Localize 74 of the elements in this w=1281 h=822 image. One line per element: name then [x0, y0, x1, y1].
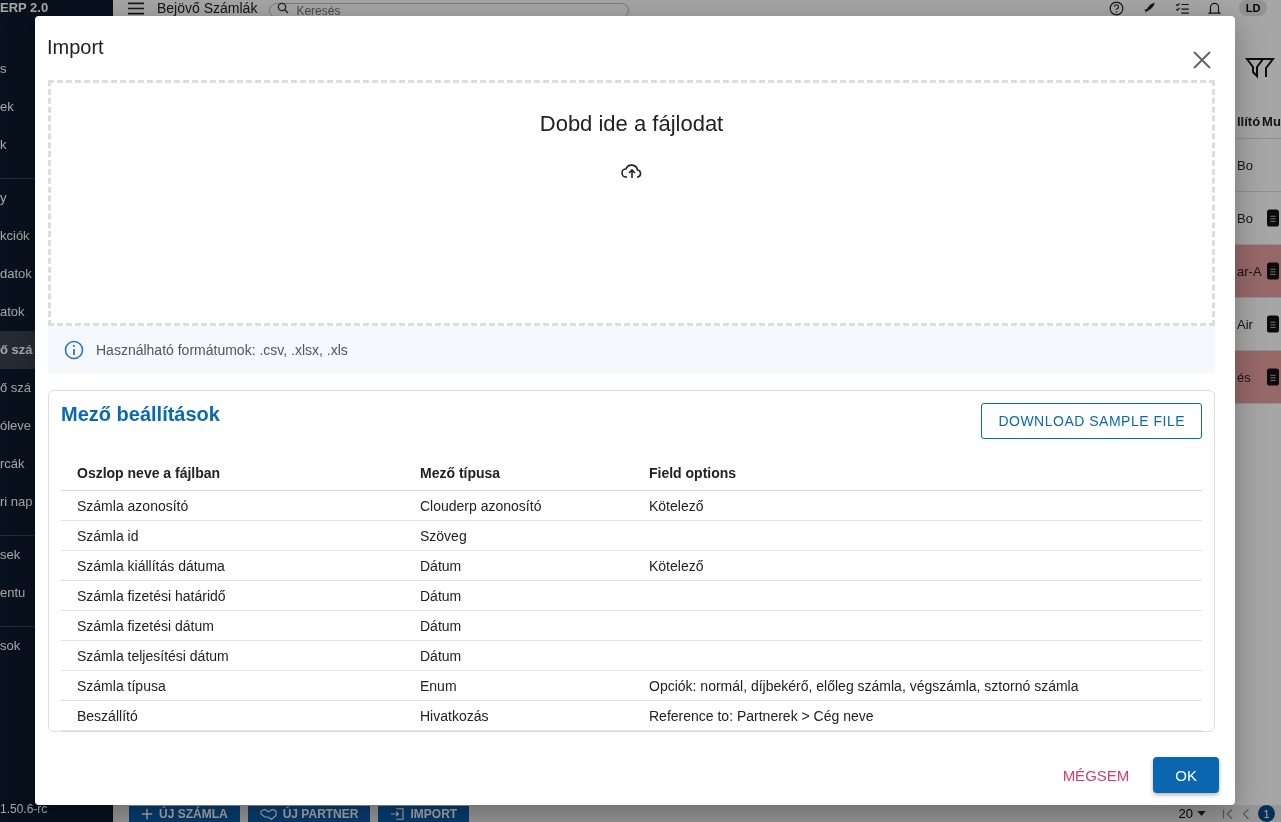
page-size-select[interactable]: 20: [1170, 806, 1214, 821]
import-icon: [390, 807, 405, 820]
menu-icon[interactable]: [127, 1, 145, 15]
table-cell: Számla azonosító: [77, 497, 189, 514]
table-cell: Számla teljesítési dátum: [77, 647, 229, 664]
cloud-upload-icon: [620, 163, 643, 179]
sidebar-item[interactable]: kciók: [0, 217, 30, 255]
dialog-title: Import: [47, 36, 104, 59]
table-cell: Beszállító: [77, 707, 138, 724]
table-cell: Szöveg: [420, 527, 467, 544]
download-button[interactable]: DOWNLOAD SAMPLE FILE: [981, 403, 1202, 439]
table-cell-text: Air: [1236, 316, 1254, 332]
table-cell: Hivatkozás: [420, 707, 489, 724]
bell-icon[interactable]: [1208, 0, 1221, 16]
cancel-button[interactable]: MÉGSEM: [1054, 757, 1138, 793]
sidebar-item[interactable]: s: [0, 50, 7, 88]
table-cell: Enum: [420, 677, 457, 694]
table-cell: Reference to: Partnerek > Cég neve: [649, 707, 874, 724]
table-cell: Számla fizetési határidő: [77, 587, 226, 604]
table-cell: Számla id: [77, 527, 139, 544]
user-avatar[interactable]: LD: [1239, 0, 1267, 16]
column-header: Oszlop neve a fájlban: [77, 464, 221, 481]
dropdown-arrow-icon: [1197, 811, 1206, 816]
table-cell-text: ar-A: [1236, 263, 1263, 279]
sidebar-item[interactable]: ek: [0, 88, 14, 126]
section-title: Mező beállítások: [61, 403, 220, 426]
toolbar-button[interactable]: ÚJ PARTNER: [247, 805, 371, 822]
table-cell-text: Bo: [1236, 157, 1254, 173]
info-text: Használható formátumok: .csv, .xlsx, .xls: [96, 341, 348, 358]
toolbar-button[interactable]: IMPORT: [378, 805, 470, 822]
table-cell: Számla fizetési dátum: [77, 617, 214, 634]
document-icon: [1267, 315, 1279, 333]
table-cell: Számla típusa: [77, 677, 166, 694]
table-cell: Clouderp azonosító: [420, 497, 542, 514]
page-title: Bejövő Számlák: [157, 0, 258, 16]
plus-icon: [141, 807, 153, 820]
sidebar-item[interactable]: ő szá: [0, 369, 32, 407]
close-icon[interactable]: [1193, 51, 1211, 69]
table-cell: Számla kiállítás dátuma: [77, 557, 225, 574]
document-icon: [1267, 209, 1279, 227]
table-cell: Dátum: [420, 647, 462, 664]
version-label: 1.50.6-rc: [0, 802, 49, 818]
column-header: Mu: [1261, 113, 1281, 129]
checklist-icon[interactable]: [1175, 0, 1190, 16]
page-number-button[interactable]: 1: [1258, 805, 1275, 822]
help-icon[interactable]: [1109, 0, 1124, 16]
table-cell: Kötelező: [649, 497, 704, 514]
toolbar-button[interactable]: ÚJ SZÁMLA: [129, 805, 240, 822]
table-cell: Dátum: [420, 557, 462, 574]
ok-button[interactable]: OK: [1153, 757, 1219, 793]
column-header: llító: [1236, 113, 1261, 129]
table-row[interactable]: és: [1235, 351, 1281, 404]
app-logo: ERP 2.0: [0, 0, 50, 16]
document-icon: [1267, 368, 1279, 386]
sidebar-item[interactable]: k: [0, 126, 7, 164]
sidebar-item[interactable]: rcák: [0, 445, 25, 483]
table-cell: Dátum: [420, 617, 462, 634]
table-cell-text: Bo: [1236, 210, 1254, 226]
sidebar-item[interactable]: óleve: [0, 407, 32, 445]
table-cell: Dátum: [420, 587, 462, 604]
table-cell: Opciók: normál, díjbekérő, előleg számla, végszámla, sztornó számla: [649, 677, 1079, 694]
table-cell-text: és: [1236, 369, 1252, 385]
table-row[interactable]: ar-A: [1235, 245, 1281, 298]
document-icon: [1267, 262, 1279, 280]
sidebar-item[interactable]: atok: [0, 293, 25, 331]
column-header: Mező típusa: [420, 464, 501, 481]
table-cell: Kötelező: [649, 557, 704, 574]
filter-icon[interactable]: [1245, 56, 1275, 80]
column-header: Field options: [649, 464, 737, 481]
sidebar-item[interactable]: entu: [0, 574, 26, 612]
first-page-icon[interactable]: [1222, 807, 1234, 820]
info-icon: [64, 339, 84, 360]
sidebar-item[interactable]: ri nap: [0, 483, 33, 521]
sidebar-item[interactable]: datok: [0, 255, 32, 293]
